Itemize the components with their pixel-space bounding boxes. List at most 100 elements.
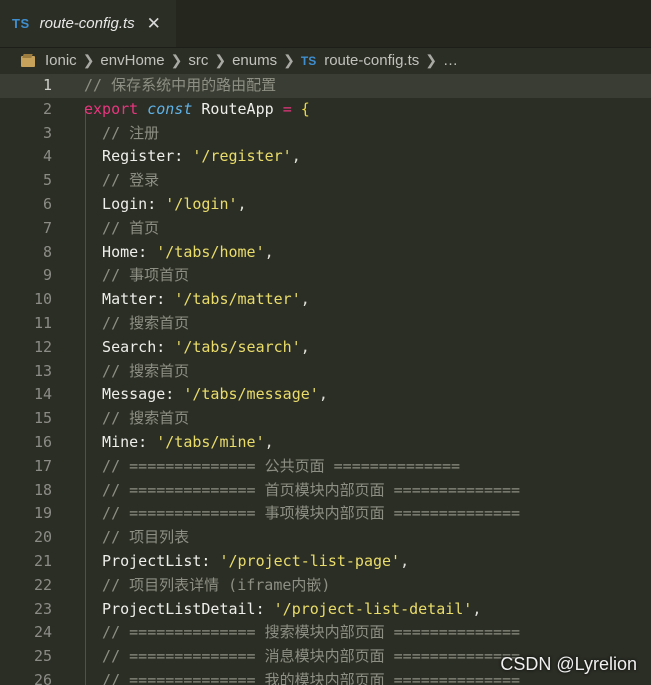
code-text: // 搜索首页	[84, 407, 189, 431]
code-token: // 登录	[84, 171, 160, 190]
code-token: // ============== 公共页面 ==============	[84, 456, 461, 475]
code-text: Matter: '/tabs/matter',	[84, 288, 310, 312]
code-text: // ============== 事项模块内部页面 =============…	[84, 502, 520, 526]
code-line[interactable]: 1 // 保存系统中用的路由配置	[0, 74, 651, 98]
line-number: 22	[33, 575, 52, 594]
chevron-right-icon: ❯	[82, 52, 95, 68]
typescript-file-icon: TS	[12, 16, 30, 31]
code-text: // 项目列表详情 (iframe内嵌)	[84, 574, 330, 598]
code-line[interactable]: 11 // 搜索首页	[0, 312, 651, 336]
code-line[interactable]: 6 Login: '/login',	[0, 193, 651, 217]
line-number: 11	[33, 314, 52, 332]
line-number: 14	[33, 385, 52, 404]
code-token: ,	[291, 147, 301, 166]
code-token: {	[300, 99, 310, 118]
code-token: Message:	[84, 385, 184, 404]
code-token: // 搜索首页	[84, 409, 190, 428]
code-text: // 事项首页	[84, 264, 189, 288]
code-token: Login:	[84, 195, 166, 213]
line-number: 1	[42, 76, 52, 94]
code-token: // ============== 我的模块内部页面 =============…	[84, 671, 521, 685]
code-token: Home:	[84, 242, 157, 261]
line-number: 26	[33, 671, 52, 685]
code-line[interactable]: 4 Register: '/register',	[0, 145, 651, 169]
code-line[interactable]: 13 // 搜索首页	[0, 360, 651, 384]
close-icon[interactable]: ✕	[147, 14, 161, 34]
code-token: // ============== 事项模块内部页面 =============…	[84, 504, 521, 523]
editor-tab-route-config[interactable]: TS route-config.ts ✕	[0, 0, 176, 47]
code-text: Search: '/tabs/search',	[84, 336, 310, 360]
code-token: export	[84, 99, 139, 118]
code-line[interactable]: 3 // 注册	[0, 122, 651, 146]
code-line[interactable]: 24 // ============== 搜索模块内部页面 ==========…	[0, 621, 651, 645]
breadcrumb-item-ionic[interactable]: Ionic	[45, 52, 77, 69]
code-token: // 项目列表	[84, 528, 190, 547]
breadcrumb-more[interactable]: …	[443, 52, 458, 69]
code-text: ProjectList: '/project-list-page',	[84, 550, 409, 574]
line-number: 16	[33, 433, 52, 451]
chevron-right-icon: ❯	[425, 52, 437, 68]
code-text: Register: '/register',	[84, 145, 301, 169]
code-token: // 保存系统中用的路由配置	[84, 76, 277, 94]
breadcrumb-item-src[interactable]: src	[188, 52, 208, 69]
code-line[interactable]: 21 ProjectList: '/project-list-page',	[0, 550, 651, 574]
code-line[interactable]: 18 // ============== 首页模块内部页面 ==========…	[0, 479, 651, 503]
code-token: // 事项首页	[84, 266, 190, 285]
code-token: // 项目列表详情 (iframe内嵌)	[84, 575, 331, 594]
breadcrumb-item-file[interactable]: route-config.ts	[324, 52, 419, 69]
code-line[interactable]: 12 Search: '/tabs/search',	[0, 336, 651, 360]
code-token: ,	[300, 290, 310, 309]
line-number: 6	[42, 195, 52, 213]
code-line[interactable]: 8 Home: '/tabs/home',	[0, 241, 651, 265]
typescript-file-icon: TS	[300, 53, 317, 68]
breadcrumb-item-enums[interactable]: enums	[232, 52, 277, 69]
code-line[interactable]: 19 // ============== 事项模块内部页面 ==========…	[0, 502, 651, 526]
code-token: '/register'	[192, 147, 292, 166]
code-line[interactable]: 22 // 项目列表详情 (iframe内嵌)	[0, 574, 651, 598]
code-text: // ============== 我的模块内部页面 =============…	[84, 669, 520, 685]
code-line[interactable]: 7 // 首页	[0, 217, 651, 241]
code-line[interactable]: 9 // 事项首页	[0, 264, 651, 288]
code-line[interactable]: 15 // 搜索首页	[0, 407, 651, 431]
code-token: // ============== 首页模块内部页面 =============…	[84, 480, 521, 499]
line-number: 10	[33, 290, 52, 309]
code-token: '/tabs/mine'	[156, 433, 265, 451]
chevron-right-icon: ❯	[283, 52, 295, 68]
tab-bar: TS route-config.ts ✕	[0, 0, 651, 48]
line-number: 7	[42, 218, 52, 237]
code-editor[interactable]: 1 // 保存系统中用的路由配置 2 export const RouteApp = …	[0, 74, 651, 685]
code-line[interactable]: 20 // 项目列表	[0, 526, 651, 550]
code-token: const	[147, 99, 193, 118]
code-line[interactable]: 2 export const RouteApp = {	[0, 98, 651, 122]
code-line[interactable]: 17 // ============== 公共页面 ==============	[0, 455, 651, 479]
code-token: ,	[237, 195, 247, 213]
code-text: export const RouteApp = {	[84, 98, 310, 122]
code-line[interactable]: 14 Message: '/tabs/message',	[0, 383, 651, 407]
line-number: 20	[33, 528, 52, 547]
chevron-right-icon: ❯	[170, 52, 183, 68]
code-token: ProjectList:	[84, 552, 220, 570]
line-number: 4	[42, 147, 52, 166]
code-token: // 首页	[84, 218, 160, 237]
code-token: ,	[400, 552, 410, 570]
code-token: '/project-list-detail'	[273, 599, 473, 618]
line-number: 23	[33, 599, 52, 618]
line-number: 5	[42, 171, 52, 190]
line-number: 3	[42, 123, 52, 142]
code-token: // ============== 消息模块内部页面 =============…	[84, 647, 521, 666]
line-number: 17	[33, 456, 52, 475]
code-text: ProjectListDetail: '/project-list-detail…	[84, 598, 481, 622]
code-text: // 搜索首页	[84, 360, 189, 384]
code-text: // ============== 消息模块内部页面 =============…	[84, 645, 520, 669]
code-token: ,	[264, 242, 274, 261]
code-line[interactable]: 5 // 登录	[0, 169, 651, 193]
breadcrumb-item-envhome[interactable]: envHome	[100, 52, 164, 69]
code-line[interactable]: 16 Mine: '/tabs/mine',	[0, 431, 651, 455]
code-text: // ============== 搜索模块内部页面 =============…	[84, 621, 520, 645]
line-number: 13	[33, 361, 52, 380]
code-token: ,	[472, 599, 482, 618]
line-number: 21	[33, 552, 52, 570]
line-number: 25	[33, 647, 52, 666]
code-line[interactable]: 23 ProjectListDetail: '/project-list-det…	[0, 598, 651, 622]
code-line[interactable]: 10 Matter: '/tabs/matter',	[0, 288, 651, 312]
